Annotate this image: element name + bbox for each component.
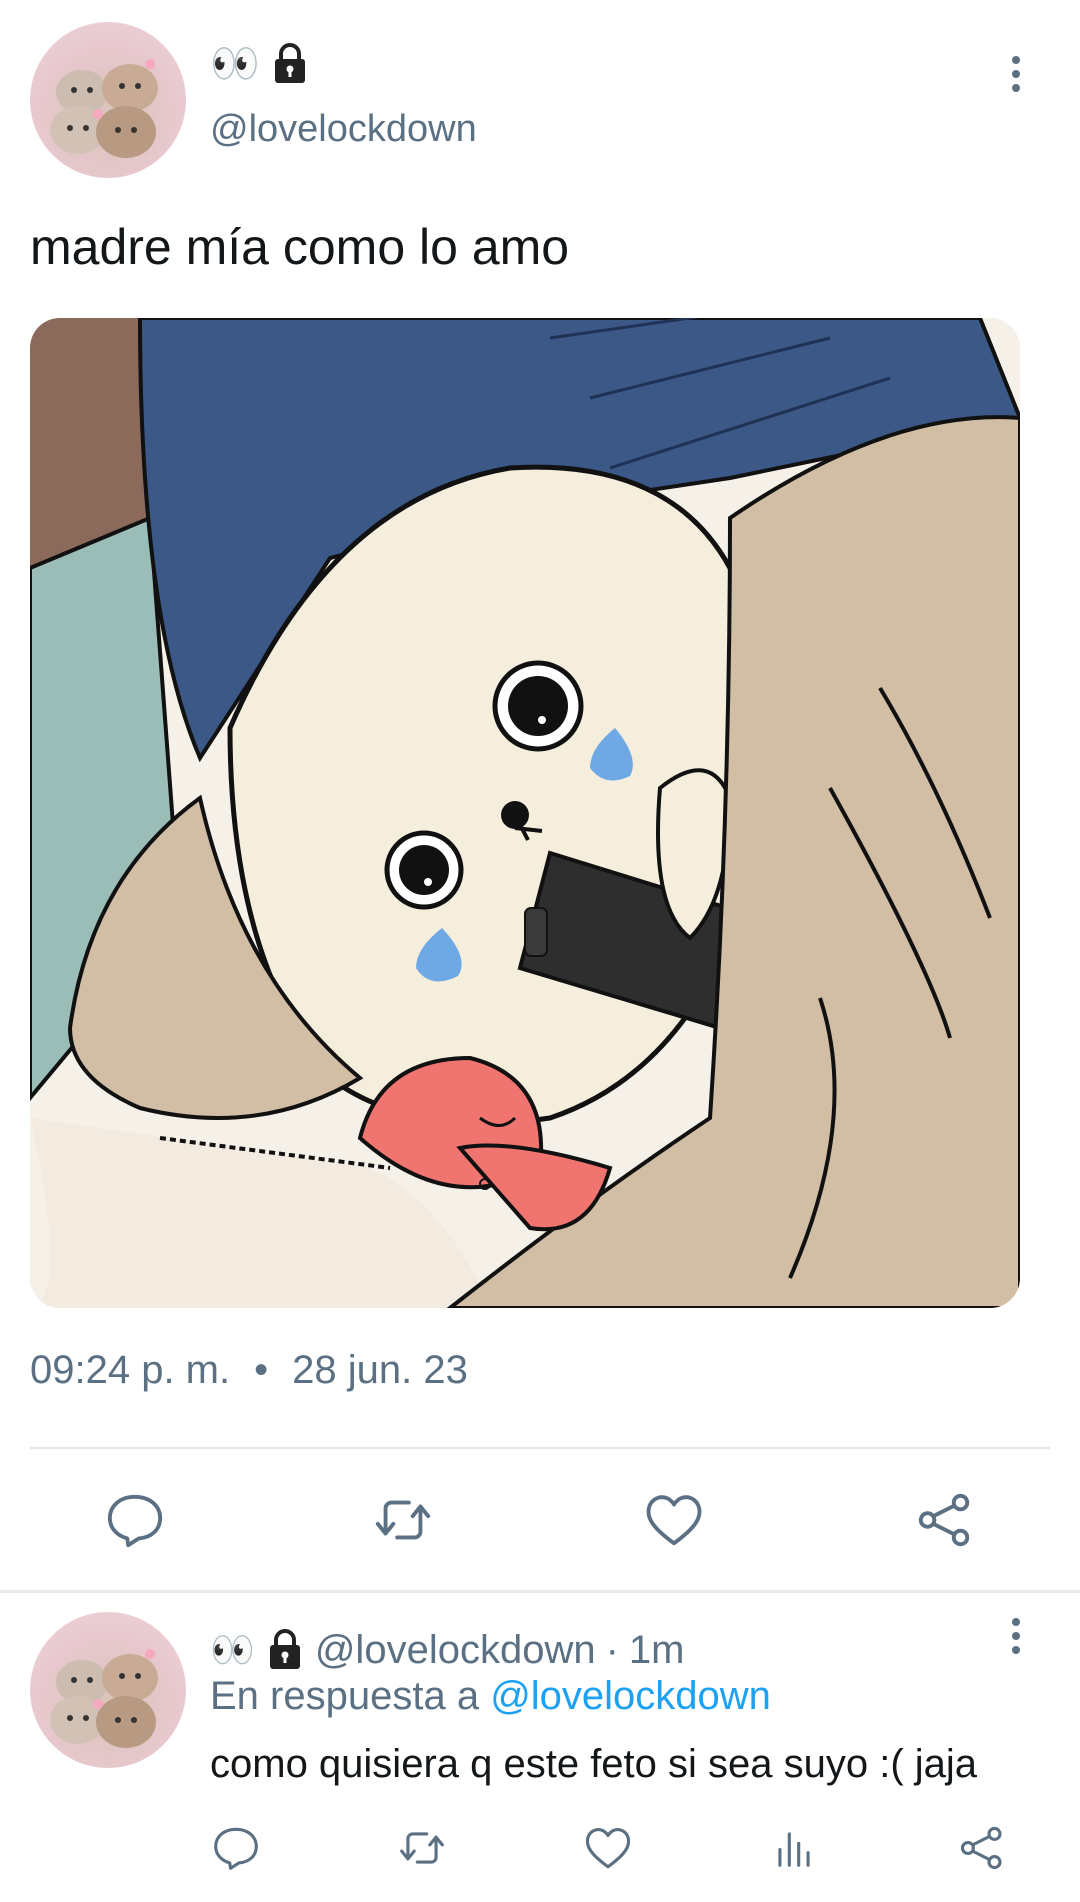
share-icon	[960, 1826, 1002, 1870]
in-reply-to: En respuesta a @lovelockdown	[210, 1674, 771, 1719]
tweet-date: 28 jun. 23	[292, 1348, 468, 1392]
reply-text: como quisiera q este feto si sea suyo :(…	[210, 1742, 978, 1786]
lock-icon	[270, 42, 310, 86]
lock-icon	[265, 1628, 305, 1672]
reply-handle[interactable]: @lovelockdown	[315, 1628, 596, 1673]
avatar[interactable]	[30, 1612, 186, 1768]
reply-icon	[214, 1827, 258, 1870]
reply-tweet[interactable]: 👀 @lovelockdown · 1m En respuesta a @lov…	[0, 1594, 1080, 1902]
analytics-button[interactable]	[762, 1816, 826, 1880]
tweet-actions	[0, 1480, 1080, 1560]
tweet-separator	[0, 1590, 1080, 1593]
display-name: 👀	[210, 40, 310, 88]
tweet-image[interactable]	[30, 318, 1020, 1308]
kittens-avatar-image	[50, 1649, 158, 1748]
reply-time: 1m	[628, 1627, 685, 1672]
share-button[interactable]	[950, 1816, 1014, 1880]
reply-header: 👀 @lovelockdown · 1m	[210, 1626, 684, 1674]
eyes-emoji: 👀	[210, 42, 260, 86]
share-icon	[918, 1493, 970, 1547]
crying-creature-illustration	[30, 318, 1020, 1308]
retweet-button[interactable]	[390, 1816, 454, 1880]
reply-button[interactable]	[204, 1816, 268, 1880]
like-icon	[585, 1828, 631, 1869]
in-reply-prefix: En respuesta a	[210, 1674, 480, 1718]
like-button[interactable]	[576, 1816, 640, 1880]
more-options-icon[interactable]	[1008, 1618, 1024, 1654]
tweet-text: madre mía como lo amo	[30, 219, 570, 275]
kittens-avatar-image	[50, 59, 158, 158]
reply-actions	[0, 1816, 1080, 1880]
analytics-icon	[778, 1832, 810, 1867]
like-button[interactable]	[634, 1480, 714, 1560]
main-tweet: 👀 @lovelockdown madre mía como lo amo 09…	[0, 0, 1080, 1592]
tweet-time: 09:24 p. m.	[30, 1348, 231, 1392]
tweet-timestamp[interactable]: 09:24 p. m. • 28 jun. 23	[30, 1348, 468, 1393]
eyes-emoji: 👀	[210, 1629, 255, 1670]
reply-mention-link[interactable]: @lovelockdown	[490, 1674, 771, 1718]
reply-button[interactable]	[95, 1480, 175, 1560]
avatar[interactable]	[30, 22, 186, 178]
like-icon	[646, 1495, 702, 1546]
share-button[interactable]	[905, 1480, 985, 1560]
time-separator: ·	[605, 1627, 619, 1672]
user-handle[interactable]: @lovelockdown	[210, 108, 477, 151]
retweet-button[interactable]	[363, 1480, 443, 1560]
more-options-icon[interactable]	[1008, 56, 1024, 92]
retweet-icon	[375, 1500, 431, 1540]
reply-icon	[107, 1494, 163, 1548]
divider	[30, 1447, 1050, 1449]
retweet-icon	[400, 1832, 444, 1864]
meta-separator: •	[254, 1348, 269, 1392]
